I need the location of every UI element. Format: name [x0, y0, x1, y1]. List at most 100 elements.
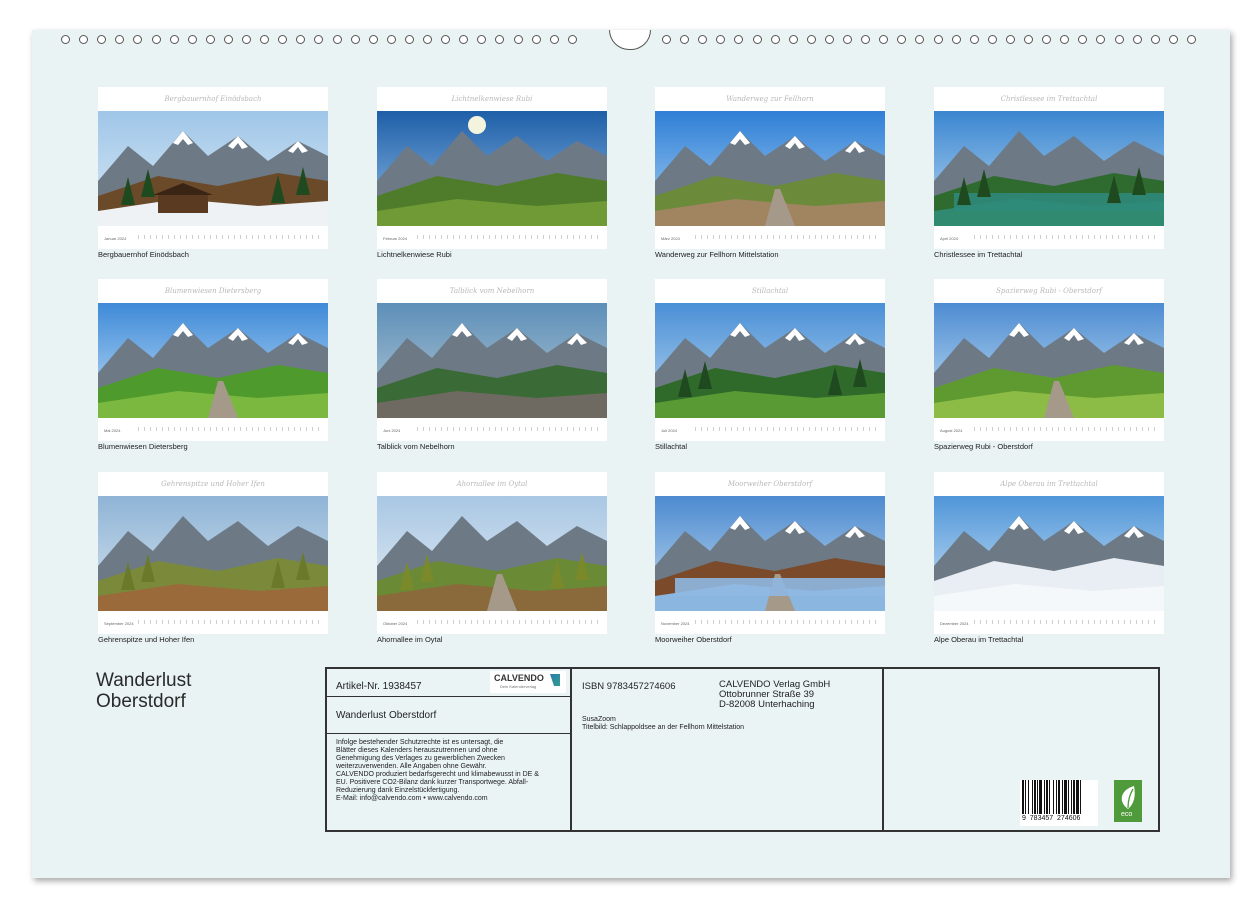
article-number: Artikel-Nr. 1938457 — [336, 681, 422, 692]
legal-line: CALVENDO produziert bedarfsgerecht und k… — [336, 771, 539, 778]
month-photo — [377, 303, 607, 418]
binding-hole — [788, 35, 798, 44]
binding-hole — [549, 35, 559, 44]
product-title: Wanderlust Oberstdorf — [336, 710, 437, 721]
binding-hole — [314, 35, 324, 44]
binding-hole — [296, 35, 306, 44]
month-photo — [934, 303, 1164, 418]
binding-hole — [1132, 35, 1142, 44]
month-script-title: Blumenwiesen Dietersberg — [164, 287, 262, 295]
binding-hole — [495, 35, 505, 44]
binding-hole — [843, 35, 852, 44]
leaf-icon — [1121, 786, 1135, 809]
month-label: Mai 2024 — [104, 428, 121, 433]
binding-hole — [879, 35, 889, 44]
calendar-title-line1: Wanderlust — [96, 670, 192, 691]
binding-hole — [61, 35, 70, 44]
month-page: Ahornallee im Oytal Oktober 2024 — [377, 472, 607, 634]
binding-hole — [698, 35, 708, 44]
barcode-digits: 9 783457 274606 — [1022, 815, 1081, 822]
binding-hole — [662, 35, 671, 44]
calvendo-logo: CALVENDO Dein Kalenderverlag — [490, 671, 566, 693]
binding-hole — [897, 35, 907, 44]
month-label: November 2024 — [661, 621, 690, 626]
binding-hole — [716, 35, 726, 44]
month-page: Gehrenspitze und Hoher Ifen September 202… — [98, 472, 328, 634]
binding-hole — [1042, 35, 1052, 44]
logo-text: CALVENDO — [494, 673, 544, 683]
eco-label: eco — [1121, 811, 1133, 818]
logo-mark-icon — [550, 674, 560, 686]
month-script-title: Christlessee im Trettachtal — [1000, 95, 1098, 103]
binding-hole — [97, 35, 107, 44]
binding-hole — [223, 35, 233, 44]
binding-hole — [824, 35, 834, 44]
month-label: März 2024 — [661, 236, 680, 241]
month-page: Stillachtal Juli 2024 — [655, 279, 885, 441]
month-script-title: Wanderweg zur Fellhorn — [726, 95, 814, 103]
month-page: Christlessee im Trettachtal April 2024 — [934, 87, 1164, 249]
day-strip — [695, 620, 879, 624]
binding-hole — [969, 35, 979, 44]
calendar-title-line2: Oberstdorf — [96, 691, 186, 712]
calendar-title: Wanderlust Oberstdorf — [96, 670, 191, 712]
binding-hole — [205, 35, 215, 44]
day-strip — [138, 620, 322, 624]
binding-hole — [332, 35, 342, 44]
month-photo — [98, 303, 328, 418]
binding-hole — [115, 35, 125, 44]
binding-hole — [806, 35, 816, 44]
day-strip — [695, 427, 879, 431]
binding-hole — [915, 35, 925, 44]
month-caption: Talblick vom Nebelhorn — [377, 442, 455, 451]
legal-text: Infolge bestehender Schutzrechte ist es … — [336, 739, 539, 803]
binding-hole — [260, 35, 270, 44]
binding-hole — [861, 35, 871, 44]
month-caption: Alpe Oberau im Trettachtal — [934, 635, 1024, 644]
month-caption: Stillachtal — [655, 442, 688, 451]
isbn: ISBN 9783457274606 — [582, 681, 676, 692]
binding-hole — [1168, 35, 1178, 44]
binding-hole — [423, 35, 432, 44]
binding-hole — [441, 35, 451, 44]
binding-hole — [1096, 35, 1106, 44]
month-page: Moorweiher Oberstdorf November 2024 — [655, 472, 885, 634]
month-caption: Gehrenspitze und Hoher Ifen — [98, 635, 195, 644]
month-page: Bergbauernhof Einödsbach Januar 2024 — [98, 87, 328, 249]
eco-badge: eco — [1114, 780, 1142, 822]
month-label: Juni 2024 — [383, 428, 401, 433]
month-script-title: Gehrenspitze und Hoher Ifen — [161, 480, 265, 488]
binding-hole — [567, 35, 577, 44]
month-script-title: Bergbauernhof Einödsbach — [164, 95, 262, 103]
binding-hole — [680, 35, 690, 44]
day-strip — [417, 620, 601, 624]
month-script-title: Spazierweg Rubi - Oberstdorf — [996, 287, 1102, 295]
binding-hole — [951, 35, 961, 44]
binding-hole — [752, 35, 762, 44]
month-caption: Blumenwiesen Dietersberg — [98, 442, 188, 451]
divider — [325, 733, 572, 734]
month-photo — [655, 303, 885, 418]
month-script-title: Moorweiher Oberstdorf — [727, 480, 813, 488]
month-caption: Bergbauernhof Einödsbach — [98, 250, 189, 259]
binding-hole — [734, 35, 744, 44]
binding-hole — [1060, 35, 1070, 44]
month-label: Oktober 2024 — [383, 621, 408, 626]
binding-hole — [987, 35, 997, 44]
month-photo — [655, 111, 885, 226]
month-script-title: Alpe Oberau im Trettachtal — [1000, 480, 1098, 488]
day-strip — [417, 235, 601, 239]
month-script-title: Lichtnelkenwiese Rubi — [451, 95, 533, 103]
binding-hole — [1024, 35, 1033, 44]
divider — [570, 667, 572, 832]
month-photo — [98, 496, 328, 611]
binding-hole — [1005, 35, 1015, 44]
month-caption: Ahornallee im Oytal — [377, 635, 443, 644]
binding-hole — [278, 35, 288, 44]
binding-hole — [386, 35, 396, 44]
binding-hole — [350, 35, 360, 44]
binding-hole — [242, 35, 251, 44]
legal-line: weiterzuverwenden. Alle Angaben ohne Gew… — [336, 763, 487, 770]
month-script-title: Ahornallee im Oytal — [456, 480, 528, 488]
binding-hole — [1114, 35, 1124, 44]
